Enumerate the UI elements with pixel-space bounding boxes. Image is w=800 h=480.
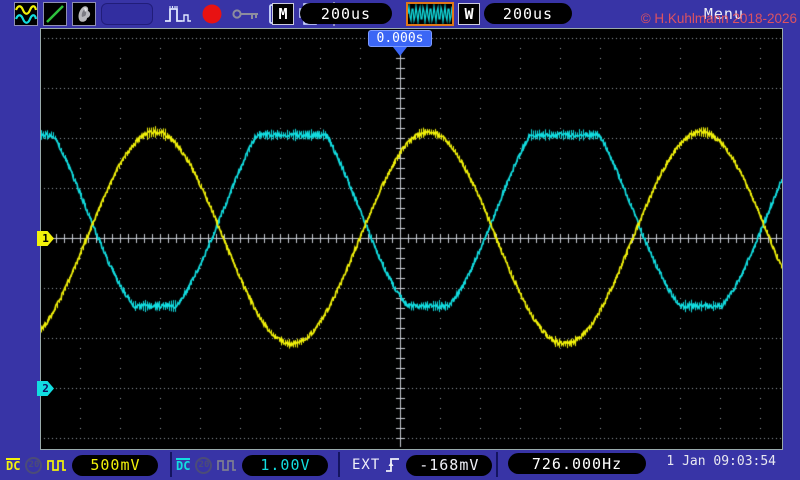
- channel2-status[interactable]: DC 20 1.00V: [176, 452, 329, 478]
- trigger-source-label: EXT: [352, 457, 381, 473]
- window-timebase-value[interactable]: 200us: [484, 3, 572, 24]
- keylock-icon[interactable]: [232, 6, 260, 22]
- ch1-volts-per-div[interactable]: 500mV: [72, 454, 159, 476]
- ch1-squarewave-icon: [47, 458, 67, 473]
- pulse-icon[interactable]: [164, 2, 192, 26]
- ch1-bandwidth-icon: 20: [25, 456, 43, 474]
- diagonal-line-icon[interactable]: [43, 2, 67, 26]
- trigger-offset-tag[interactable]: 0.000s: [368, 30, 432, 47]
- main-timebase-label: M: [272, 3, 294, 25]
- status-bar: DC 20 500mV DC 20 1.00V EXT -168mV 726.0…: [0, 450, 800, 480]
- status-divider: [170, 452, 172, 477]
- status-divider: [496, 452, 498, 477]
- zoom-waveform-preview[interactable]: [406, 2, 454, 26]
- ch2-volts-per-div[interactable]: 1.00V: [242, 454, 329, 476]
- main-timebase-value[interactable]: 200us: [300, 3, 392, 24]
- ch1-coupling-icon: DC: [6, 457, 21, 473]
- trigger-status[interactable]: EXT -168mV: [352, 452, 493, 478]
- ch2-coupling-icon: DC: [176, 457, 191, 473]
- trigger-level-value[interactable]: -168mV: [406, 454, 493, 476]
- trigger-position-pointer-icon[interactable]: [393, 47, 407, 56]
- record-icon[interactable]: [201, 3, 223, 25]
- ch2-bandwidth-icon: 20: [195, 456, 213, 474]
- blank-slot-button[interactable]: [101, 3, 153, 25]
- screen-copy-icon[interactable]: [72, 2, 96, 26]
- watermark-text: © H.Kuhlmann 2018-2026: [640, 11, 797, 26]
- ch2-squarewave-icon: [217, 458, 237, 473]
- channel-waves-icon[interactable]: [14, 2, 38, 26]
- window-timebase-label: W: [458, 3, 480, 25]
- status-divider: [338, 452, 340, 477]
- rising-edge-icon: [385, 455, 401, 475]
- datetime-display: 1 Jan 09:03:54: [666, 454, 776, 469]
- waveform-canvas: [41, 29, 782, 449]
- frequency-counter: 726.000Hz: [508, 453, 646, 474]
- graticule-screen: 0.000s 1 2: [37, 28, 783, 450]
- channel1-status[interactable]: DC 20 500mV: [6, 452, 159, 478]
